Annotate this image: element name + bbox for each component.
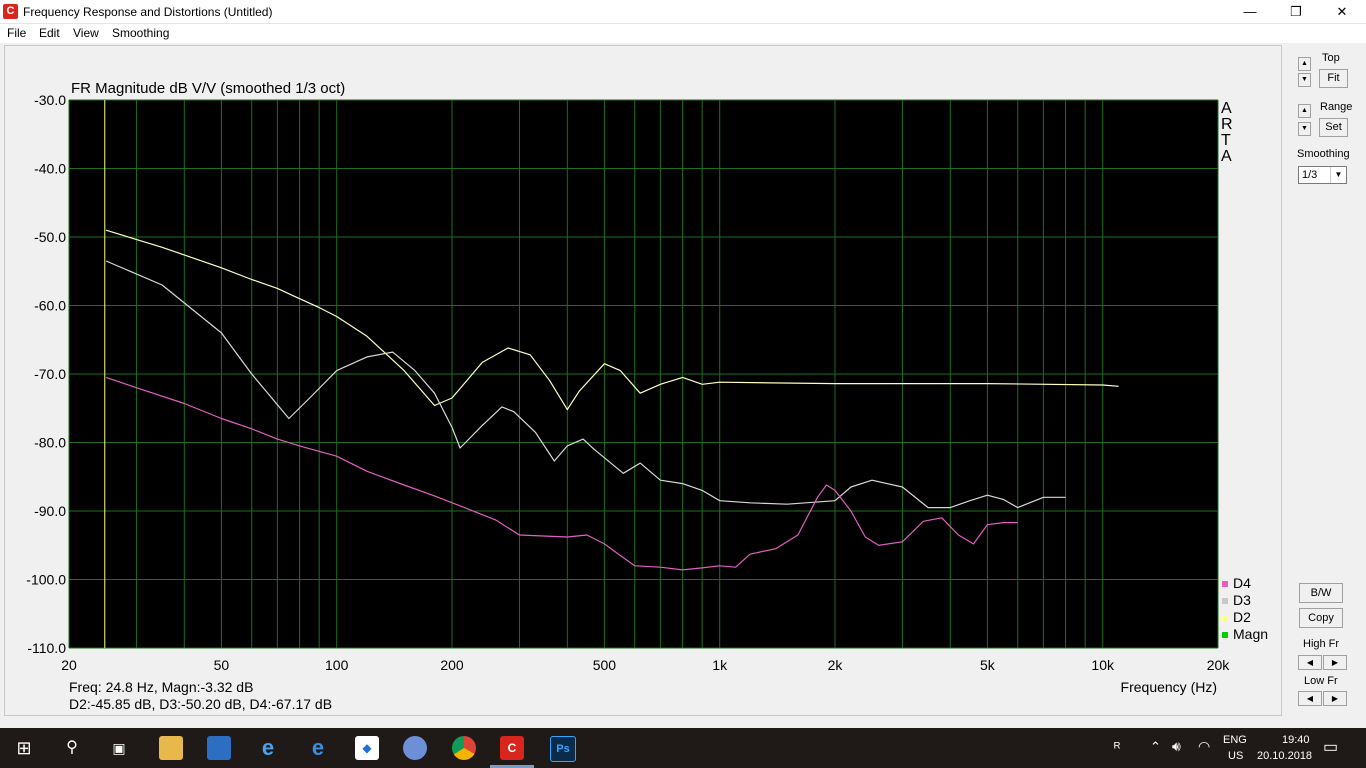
menu-smoothing[interactable]: Smoothing — [112, 26, 169, 40]
y-tick-label: -90.0 — [34, 503, 66, 519]
high-fr-label: High Fr — [1303, 638, 1340, 650]
x-tick-label: 1k — [712, 657, 728, 673]
range-up-button[interactable]: ▲ — [1298, 104, 1311, 118]
show-hidden-icons-icon[interactable]: ⌃ — [1150, 739, 1161, 755]
fit-button[interactable]: Fit — [1319, 69, 1348, 88]
x-tick-label: 5k — [980, 657, 996, 673]
y-tick-label: -80.0 — [34, 435, 66, 451]
x-axis-label: Frequency (Hz) — [1121, 679, 1217, 695]
low-fr-right-button[interactable]: ▶ — [1323, 691, 1347, 706]
x-tick-label: 2k — [828, 657, 844, 673]
legend-label: Magn — [1233, 626, 1268, 642]
fr-chart[interactable]: FR Magnitude dB V/V (smoothed 1/3 oct) -… — [0, 45, 1282, 716]
arta-app-icon[interactable]: C — [500, 736, 524, 760]
app-manager-icon[interactable] — [207, 736, 231, 760]
menu-view[interactable]: View — [73, 26, 99, 40]
y-tick-label: -110.0 — [27, 640, 66, 656]
set-button[interactable]: Set — [1319, 118, 1348, 137]
dropbox-icon[interactable]: ◆ — [355, 736, 379, 760]
task-view-icon[interactable]: ▣ — [107, 736, 131, 760]
clock-time[interactable]: 19:40 — [1282, 734, 1310, 746]
chevron-down-icon: ▼ — [1330, 167, 1346, 183]
edge-icon[interactable]: e — [306, 736, 330, 760]
legend-label: D2 — [1233, 609, 1251, 625]
chromium-icon[interactable] — [403, 736, 427, 760]
legend-label: D4 — [1233, 575, 1251, 591]
close-button[interactable]: ✕ — [1319, 0, 1365, 23]
photoshop-icon[interactable]: Ps — [550, 736, 576, 762]
smoothing-value: 1/3 — [1302, 169, 1318, 181]
x-tick-label: 20k — [1207, 657, 1231, 673]
window-title: Frequency Response and Distortions (Unti… — [23, 5, 273, 19]
high-fr-left-button[interactable]: ◀ — [1298, 655, 1322, 670]
smoothing-select[interactable]: 1/3 ▼ — [1298, 166, 1347, 184]
chart-legend: D4D3D2Magn — [1222, 575, 1268, 642]
top-up-button[interactable]: ▲ — [1298, 57, 1311, 71]
x-tick-label: 100 — [325, 657, 349, 673]
minimize-button[interactable]: — — [1227, 0, 1273, 23]
y-tick-label: -60.0 — [34, 298, 66, 314]
legend-swatch — [1222, 615, 1228, 621]
chrome-icon[interactable] — [452, 736, 476, 760]
arta-letter: T — [1221, 132, 1231, 149]
x-tick-labels: 20 50 100 200 500 1k 2k 5k 10k 20k — [61, 657, 1230, 673]
arta-letter: A — [1221, 148, 1232, 165]
maximize-button[interactable]: ❐ — [1273, 0, 1319, 23]
top-label: Top — [1322, 52, 1340, 64]
y-tick-label: -100.0 — [26, 572, 66, 588]
y-tick-label: -40.0 — [34, 161, 66, 177]
wifi-icon[interactable]: ◠ — [1198, 738, 1210, 755]
volume-icon[interactable]: 🔊︎ — [1172, 738, 1181, 755]
windows-start-icon[interactable]: ⊞ — [12, 736, 36, 760]
internet-explorer-icon[interactable]: e — [256, 736, 280, 760]
x-tick-label: 10k — [1091, 657, 1115, 673]
top-down-button[interactable]: ▼ — [1298, 73, 1311, 87]
app-icon: C — [3, 4, 18, 19]
menu-bar: File Edit View Smoothing — [0, 24, 1366, 43]
x-tick-label: 50 — [214, 657, 230, 673]
legend-swatch — [1222, 632, 1228, 638]
low-fr-label: Low Fr — [1304, 675, 1338, 687]
smoothing-label: Smoothing — [1297, 148, 1350, 160]
title-bar: C Frequency Response and Distortions (Un… — [0, 0, 1366, 24]
people-icon[interactable]: ᴿ — [1114, 739, 1120, 755]
high-fr-right-button[interactable]: ▶ — [1323, 655, 1347, 670]
y-tick-labels: -30.0 -40.0 -50.0 -60.0 -70.0 -80.0 -90.0 -100.… — [26, 92, 66, 656]
notifications-icon[interactable]: ▭ — [1323, 737, 1338, 757]
copy-button[interactable]: Copy — [1299, 608, 1343, 628]
y-tick-label: -70.0 — [34, 366, 66, 382]
readout-distortions: D2:-45.85 dB, D3:-50.20 dB, D4:-67.17 dB — [69, 696, 332, 712]
arta-letter: A — [1221, 100, 1232, 117]
readout-freq: Freq: 24.8 Hz, Magn:-3.32 dB — [69, 679, 253, 695]
menu-edit[interactable]: Edit — [39, 26, 60, 40]
arta-letter: R — [1221, 116, 1233, 133]
y-tick-label: -30.0 — [34, 92, 66, 108]
bw-button[interactable]: B/W — [1299, 583, 1343, 603]
x-tick-label: 20 — [61, 657, 77, 673]
input-language[interactable]: ENG — [1223, 734, 1247, 746]
menu-file[interactable]: File — [7, 26, 26, 40]
low-fr-left-button[interactable]: ◀ — [1298, 691, 1322, 706]
clock-date[interactable]: 20.10.2018 — [1257, 750, 1312, 762]
y-tick-label: -50.0 — [34, 229, 66, 245]
arta-label: ARTA — [1221, 100, 1233, 165]
taskbar: ⊞ ⚲ ▣ e e ◆ C Ps ᴿ ⌃ 🔊︎ ◠ ENG US 19:40 2… — [0, 728, 1366, 768]
x-tick-label: 500 — [593, 657, 617, 673]
keyboard-layout[interactable]: US — [1228, 750, 1243, 762]
legend-label: D3 — [1233, 592, 1251, 608]
legend-swatch — [1222, 598, 1228, 604]
search-icon[interactable]: ⚲ — [60, 736, 84, 760]
legend-swatch — [1222, 581, 1228, 587]
range-down-button[interactable]: ▼ — [1298, 122, 1311, 136]
range-label: Range — [1320, 101, 1353, 113]
chart-title: FR Magnitude dB V/V (smoothed 1/3 oct) — [71, 80, 345, 97]
file-explorer-icon[interactable] — [159, 736, 183, 760]
x-tick-label: 200 — [440, 657, 464, 673]
